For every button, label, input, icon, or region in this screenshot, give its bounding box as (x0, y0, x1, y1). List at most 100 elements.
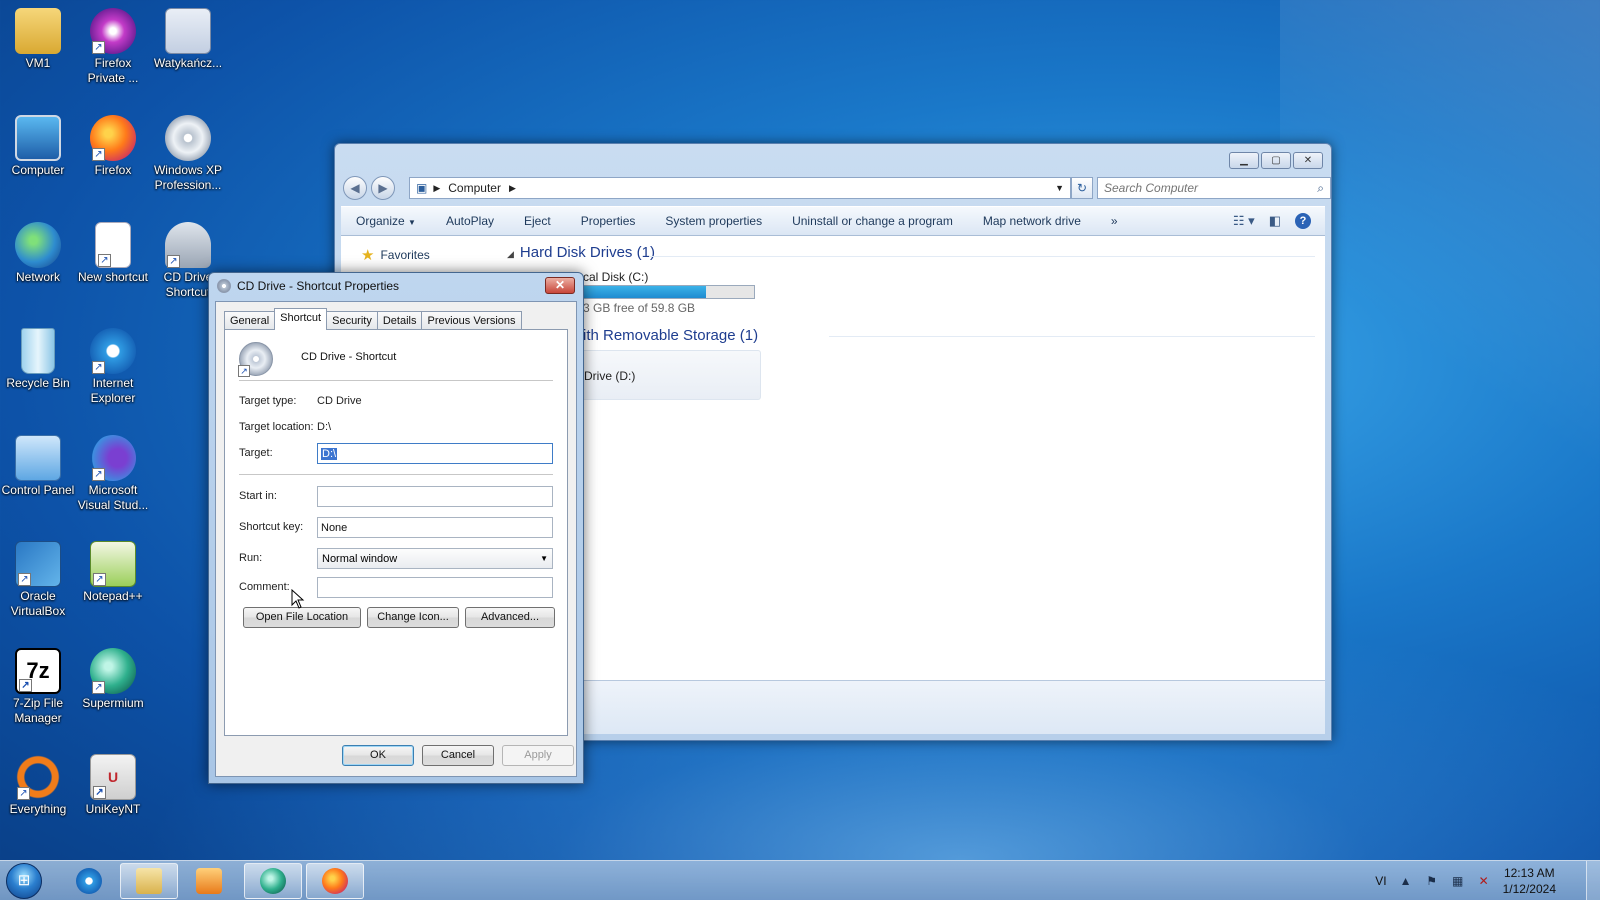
supermium-icon: ↗ (90, 648, 136, 694)
desktop-icon-notepad-plus-plus[interactable]: ↗ Notepad++ (75, 541, 151, 604)
taskbar-internet-explorer[interactable] (60, 863, 118, 899)
taskbar-windows-explorer[interactable] (120, 863, 178, 899)
start-in-field[interactable] (317, 486, 553, 507)
shortcut-arrow-icon: ↗ (19, 679, 32, 692)
notepad-plus-plus-icon: ↗ (90, 541, 136, 587)
change-icon-button[interactable]: Change Icon... (367, 607, 459, 628)
search-icon[interactable]: ⌕ (1317, 181, 1324, 196)
unikey-icon: U ↗ (90, 754, 136, 800)
supermium-icon (260, 868, 286, 894)
refresh-button[interactable]: ↻ (1071, 177, 1093, 199)
toolbar-right: ☷ ▾ ◧ ? (1233, 213, 1325, 229)
cancel-button[interactable]: Cancel (422, 745, 494, 766)
language-indicator[interactable]: VI (1375, 874, 1386, 888)
desktop-icon-7zip[interactable]: 7z ↗ 7-Zip File Manager (0, 648, 76, 726)
preview-pane-icon[interactable]: ◧ (1269, 213, 1281, 229)
forward-button[interactable]: ▶ (371, 176, 395, 200)
favorites-item[interactable]: ★ Favorites (361, 246, 430, 264)
action-center-flag-icon[interactable]: ⚑ (1425, 874, 1439, 888)
desktop-icon-firefox-private[interactable]: ↗ Firefox Private ... (75, 8, 151, 86)
breadcrumb[interactable]: Computer (448, 181, 501, 195)
desktop-icon-supermium[interactable]: ↗ Supermium (75, 648, 151, 711)
desktop-icon-everything[interactable]: ↗ Everything (0, 754, 76, 817)
local-disk-label[interactable]: cal Disk (C:) (583, 270, 648, 284)
address-bar[interactable]: ▣ ▶ Computer ▶ ▼ (409, 177, 1071, 199)
search-input[interactable] (1098, 181, 1318, 195)
dialog-title: CD Drive - Shortcut Properties (237, 279, 400, 293)
tab-details[interactable]: Details (376, 311, 423, 330)
folder-user-icon (15, 8, 61, 54)
cd-drive-small-icon (217, 279, 231, 293)
eject-button[interactable]: Eject (509, 214, 566, 228)
organize-button[interactable]: Organize ▼ (341, 214, 431, 228)
local-disk-free: 3 GB free of 59.8 GB (583, 301, 696, 315)
clock[interactable]: 12:13 AM 1/12/2024 (1503, 865, 1556, 897)
desktop-icon-network[interactable]: Network (0, 222, 76, 285)
taskbar-media-player[interactable] (180, 863, 238, 899)
ok-button[interactable]: OK (342, 745, 414, 766)
address-dropdown-icon[interactable]: ▼ (1055, 183, 1064, 193)
shortcut-tab-panel: ↗ CD Drive - Shortcut Target type: CD Dr… (224, 329, 568, 736)
dropdown-arrow-icon: ▼ (408, 218, 416, 227)
desktop-icon-new-shortcut[interactable]: ↗ New shortcut (75, 222, 151, 285)
desktop-icon-windows-xp[interactable]: Windows XP Profession... (150, 115, 226, 193)
close-button[interactable]: ✕ (1293, 152, 1323, 169)
removable-group-header[interactable]: ith Removable Storage (1) (583, 327, 758, 344)
tab-general[interactable]: General (224, 311, 276, 330)
computer-small-icon: ▣ (416, 181, 428, 195)
desktop-icon-firefox[interactable]: ↗ Firefox (75, 115, 151, 178)
desktop-icon-visual-studio[interactable]: ↗ Microsoft Visual Stud... (75, 435, 151, 513)
tab-shortcut[interactable]: Shortcut (274, 308, 328, 330)
desktop-icon-control-panel[interactable]: Control Panel (0, 435, 76, 498)
desktop-icon-oracle-virtualbox[interactable]: ↗ Oracle VirtualBox (0, 541, 76, 619)
shortcut-key-field[interactable]: None (317, 517, 553, 538)
maximize-button[interactable]: ▢ (1261, 152, 1291, 169)
desktop-icon-internet-explorer[interactable]: ↗ Internet Explorer (75, 328, 151, 406)
properties-button[interactable]: Properties (566, 214, 651, 228)
explorer-toolbar: Organize ▼ AutoPlay Eject Properties Sys… (341, 206, 1325, 236)
separator (239, 474, 553, 475)
open-file-location-button[interactable]: Open File Location (243, 607, 361, 628)
search-box[interactable]: ⌕ (1097, 177, 1331, 199)
start-button[interactable]: ⊞ (6, 863, 42, 899)
control-panel-icon (15, 435, 61, 481)
tab-previous-versions[interactable]: Previous Versions (421, 311, 522, 330)
tab-security[interactable]: Security (326, 311, 378, 330)
back-button[interactable]: ◀ (343, 176, 367, 200)
shortcut-arrow-icon: ↗ (92, 681, 105, 694)
folder-icon (136, 868, 162, 894)
advanced-button[interactable]: Advanced... (465, 607, 555, 628)
internet-explorer-icon (76, 868, 102, 894)
desktop-icon-recycle-bin[interactable]: Recycle Bin (0, 328, 76, 391)
firefox-icon (322, 868, 348, 894)
desktop-icon-vm1[interactable]: VM1 (0, 8, 76, 71)
cd-drive-tile[interactable]: Drive (D:) (571, 350, 761, 400)
taskbar-firefox[interactable] (306, 863, 364, 899)
more-commands-button[interactable]: » (1096, 214, 1133, 228)
show-hidden-icons-icon[interactable]: ▲ (1399, 874, 1413, 888)
desktop-icon-computer[interactable]: Computer (0, 115, 76, 178)
minimize-button[interactable]: ▁ (1229, 152, 1259, 169)
group-divider (649, 256, 1315, 257)
volume-muted-icon[interactable]: ✕ (1477, 874, 1491, 888)
run-select[interactable]: Normal window ▼ (317, 548, 553, 569)
help-icon[interactable]: ? (1295, 213, 1311, 229)
shortcut-arrow-icon: ↗ (98, 254, 111, 267)
desktop-icon-watykancz[interactable]: Watykańcz... (150, 8, 226, 71)
taskbar-supermium[interactable] (244, 863, 302, 899)
firefox-private-icon: ↗ (90, 8, 136, 54)
uninstall-program-button[interactable]: Uninstall or change a program (777, 214, 968, 228)
autoplay-button[interactable]: AutoPlay (431, 214, 509, 228)
show-desktop-button[interactable] (1586, 861, 1600, 900)
comment-field[interactable] (317, 577, 553, 598)
apply-button[interactable]: Apply (502, 745, 574, 766)
hard-disk-group-header[interactable]: ◢ Hard Disk Drives (1) (507, 244, 655, 261)
change-view-icon[interactable]: ☷ ▾ (1233, 213, 1255, 229)
dialog-close-button[interactable]: ✕ (545, 277, 575, 294)
map-network-drive-button[interactable]: Map network drive (968, 214, 1096, 228)
system-properties-button[interactable]: System properties (650, 214, 777, 228)
desktop-icon-unikeynt[interactable]: U ↗ UniKeyNT (75, 754, 151, 817)
network-tray-icon[interactable]: ▦ (1451, 874, 1465, 888)
everything-search-icon: ↗ (15, 754, 61, 800)
target-field[interactable]: D:\ (317, 443, 553, 464)
